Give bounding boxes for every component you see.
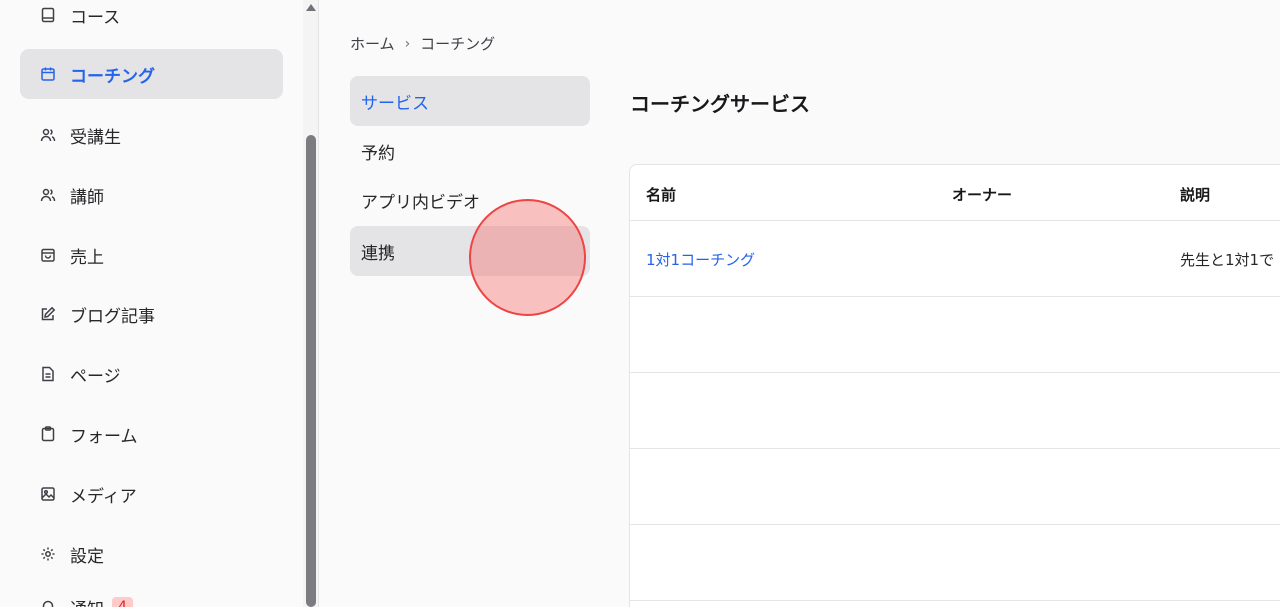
breadcrumb-separator-icon: ›: [404, 35, 411, 52]
services-table: 名前 オーナー 説明 1対1コーチング 先生と1対1で: [629, 164, 1280, 607]
table-row-empty: [630, 297, 1280, 373]
table-header: 名前 オーナー 説明: [630, 165, 1280, 221]
book-icon: [40, 7, 56, 23]
column-header-name[interactable]: 名前: [646, 184, 676, 205]
table-row-empty: [630, 373, 1280, 449]
breadcrumb-current: コーチング: [420, 35, 496, 53]
sidebar-item-pages[interactable]: ページ: [20, 349, 283, 399]
sidebar-item-label: メディア: [70, 486, 137, 507]
sidebar-item-notifications[interactable]: 通知 4: [20, 582, 283, 607]
sidebar-item-settings[interactable]: 設定: [20, 529, 283, 579]
shopping-bag-icon: [40, 247, 56, 263]
subnav-item-bookings[interactable]: 予約: [350, 126, 590, 176]
sidebar-scrollbar[interactable]: [303, 0, 319, 607]
sidebar-item-label: 設定: [70, 546, 104, 567]
sidebar-item-students[interactable]: 受講生: [20, 110, 283, 160]
sidebar-item-instructors[interactable]: 講師: [20, 170, 283, 220]
sidebar-item-label: 講師: [70, 187, 104, 208]
service-description: 先生と1対1で: [1180, 251, 1275, 269]
gear-icon: [40, 546, 56, 562]
click-indicator: [469, 199, 586, 316]
notification-count-badge: 4: [112, 597, 133, 607]
breadcrumb-home-link[interactable]: ホーム: [350, 33, 395, 54]
column-header-description[interactable]: 説明: [1180, 184, 1210, 205]
scrollbar-thumb[interactable]: [306, 135, 316, 607]
subnav-item-label: サービス: [361, 93, 429, 114]
column-header-owner[interactable]: オーナー: [952, 184, 1012, 205]
document-icon: [40, 366, 56, 382]
service-name-link[interactable]: 1対1コーチング: [646, 249, 755, 270]
sidebar-item-label: ブログ記事: [70, 306, 155, 327]
users-icon: [40, 187, 56, 203]
sidebar-item-forms[interactable]: フォーム: [20, 409, 283, 459]
edit-icon: [40, 306, 56, 322]
sidebar-item-blog-posts[interactable]: ブログ記事: [20, 289, 283, 339]
sidebar-item-courses[interactable]: コース: [20, 0, 283, 40]
bell-icon: [40, 599, 56, 607]
table-row-empty: [630, 449, 1280, 525]
subnav-item-services[interactable]: サービス: [350, 76, 590, 126]
subnav-item-label: アプリ内ビデオ: [361, 192, 480, 213]
sidebar-item-sales[interactable]: 売上: [20, 230, 283, 280]
page-title: コーチングサービス: [630, 92, 810, 116]
breadcrumb: ホーム › コーチング: [350, 33, 495, 54]
sidebar-item-media[interactable]: メディア: [20, 469, 283, 519]
table-row-empty: [630, 525, 1280, 601]
sidebar: コース コーチング 受講生 講師 売上 ブログ記事 ページ フォーム メディア …: [0, 0, 303, 607]
sidebar-item-coaching[interactable]: コーチング: [20, 49, 283, 99]
calendar-icon: [40, 66, 56, 82]
sidebar-item-label: コース: [70, 7, 121, 28]
sidebar-item-label: 通知: [70, 595, 104, 607]
users-icon: [40, 127, 56, 143]
subnav-item-label: 連携: [361, 243, 395, 264]
clipboard-icon: [40, 426, 56, 442]
sidebar-item-label: 受講生: [70, 127, 121, 148]
subnav-item-label: 予約: [361, 143, 395, 164]
sidebar-item-label: ページ: [70, 366, 121, 387]
sidebar-item-label: フォーム: [70, 426, 138, 447]
sidebar-item-label: コーチング: [70, 66, 155, 87]
sidebar-item-label: 売上: [70, 247, 104, 268]
image-icon: [40, 486, 56, 502]
scroll-up-arrow-icon[interactable]: [306, 4, 316, 11]
table-row[interactable]: 1対1コーチング 先生と1対1で: [630, 221, 1280, 297]
